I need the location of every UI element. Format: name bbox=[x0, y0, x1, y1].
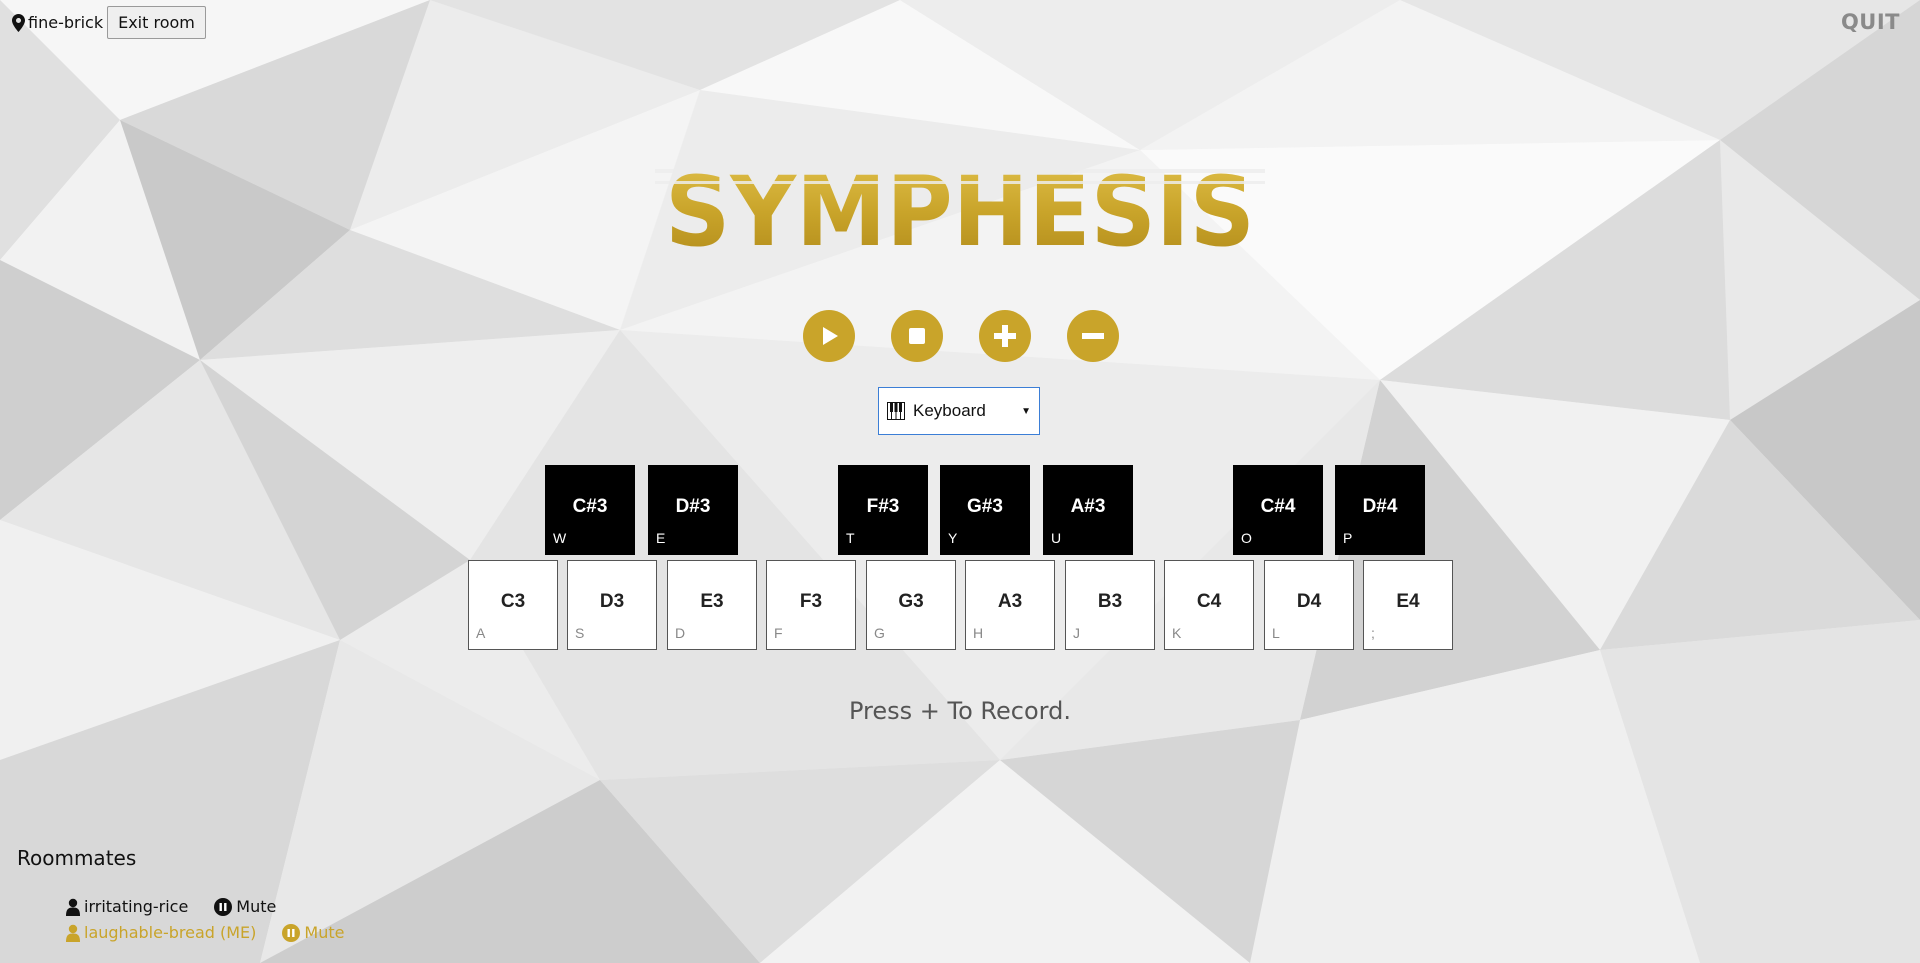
roommate-name: laughable-bread (ME) bbox=[84, 923, 257, 942]
instrument-select-value: Keyboard bbox=[913, 401, 986, 420]
piano-key-d4[interactable]: D4 L bbox=[1264, 560, 1354, 650]
roommates-title: Roommates bbox=[17, 846, 137, 870]
key-note: G3 bbox=[898, 591, 924, 612]
minus-icon bbox=[1082, 333, 1104, 339]
key-note: F#3 bbox=[866, 496, 900, 517]
key-note: C#4 bbox=[1260, 496, 1296, 517]
key-note: C#3 bbox=[572, 496, 608, 517]
plus-icon bbox=[994, 325, 1016, 347]
key-note: F3 bbox=[799, 591, 823, 612]
key-shortcut: E bbox=[656, 530, 666, 546]
piano-key-c3[interactable]: C3 A bbox=[468, 560, 558, 650]
key-shortcut: J bbox=[1073, 625, 1080, 641]
piano-key-d-sharp-4[interactable]: D#4 P bbox=[1335, 465, 1425, 555]
instrument-select[interactable]: Keyboard ▼ bbox=[878, 387, 1040, 435]
piano-key-c4[interactable]: C4 K bbox=[1164, 560, 1254, 650]
key-note: G#3 bbox=[967, 496, 1003, 517]
stop-icon bbox=[909, 328, 925, 344]
pause-icon bbox=[214, 897, 233, 916]
key-shortcut: P bbox=[1343, 530, 1353, 546]
piano-key-d-sharp-3[interactable]: D#3 E bbox=[648, 465, 738, 555]
pause-icon bbox=[282, 923, 301, 942]
piano-key-c-sharp-3[interactable]: C#3 W bbox=[545, 465, 635, 555]
key-shortcut: U bbox=[1051, 530, 1062, 546]
piano-key-a-sharp-3[interactable]: A#3 U bbox=[1043, 465, 1133, 555]
piano-key-e3[interactable]: E3 D bbox=[667, 560, 757, 650]
chevron-down-icon: ▼ bbox=[1021, 405, 1031, 417]
piano-keys-icon bbox=[887, 402, 905, 420]
key-note: E3 bbox=[700, 591, 724, 612]
symphesis-logo: SYMPHESIS bbox=[655, 156, 1265, 265]
piano-key-e4[interactable]: E4 ; bbox=[1363, 560, 1453, 650]
playback-controls bbox=[803, 310, 1119, 362]
key-shortcut: G bbox=[874, 625, 885, 641]
key-shortcut: S bbox=[575, 625, 585, 641]
key-note: D3 bbox=[599, 591, 625, 612]
mute-button[interactable]: Mute bbox=[214, 897, 276, 916]
piano-key-a3[interactable]: A3 H bbox=[965, 560, 1055, 650]
key-note: A3 bbox=[997, 591, 1023, 612]
piano-key-f-sharp-3[interactable]: F#3 T bbox=[838, 465, 928, 555]
key-shortcut: T bbox=[846, 530, 855, 546]
mute-button[interactable]: Mute bbox=[282, 923, 344, 942]
key-note: A#3 bbox=[1070, 496, 1106, 517]
key-note: C3 bbox=[500, 591, 526, 612]
key-shortcut: ; bbox=[1371, 625, 1375, 641]
key-shortcut: F bbox=[774, 625, 783, 641]
key-note: E4 bbox=[1396, 591, 1420, 612]
key-shortcut: K bbox=[1172, 625, 1182, 641]
play-button[interactable] bbox=[803, 310, 855, 362]
mute-label: Mute bbox=[236, 897, 277, 916]
record-hint: Press + To Record. bbox=[849, 697, 1071, 725]
key-shortcut: O bbox=[1241, 530, 1252, 546]
exit-room-button[interactable]: Exit room bbox=[107, 6, 206, 39]
room-name-label: fine-brick bbox=[28, 13, 104, 32]
key-shortcut: A bbox=[476, 625, 486, 641]
piano-key-b3[interactable]: B3 J bbox=[1065, 560, 1155, 650]
key-note: D4 bbox=[1296, 591, 1322, 612]
mute-label: Mute bbox=[304, 923, 345, 942]
room-name: fine-brick bbox=[12, 13, 103, 32]
map-pin-icon bbox=[12, 13, 25, 32]
piano-key-c-sharp-4[interactable]: C#4 O bbox=[1233, 465, 1323, 555]
piano-key-g3[interactable]: G3 G bbox=[866, 560, 956, 650]
key-shortcut: H bbox=[973, 625, 984, 641]
roommate-item-me: laughable-bread (ME) Mute bbox=[66, 923, 344, 942]
key-note: C4 bbox=[1196, 591, 1222, 612]
user-icon bbox=[66, 924, 80, 942]
key-note: D#3 bbox=[675, 496, 711, 517]
key-shortcut: Y bbox=[948, 530, 958, 546]
key-note: D#4 bbox=[1362, 496, 1398, 517]
play-icon bbox=[823, 327, 838, 345]
piano-key-f3[interactable]: F3 F bbox=[766, 560, 856, 650]
room-bar: fine-brick Exit room bbox=[12, 6, 206, 39]
remove-button[interactable] bbox=[1067, 310, 1119, 362]
add-button[interactable] bbox=[979, 310, 1031, 362]
piano-key-g-sharp-3[interactable]: G#3 Y bbox=[940, 465, 1030, 555]
user-icon bbox=[66, 898, 80, 916]
piano-key-d3[interactable]: D3 S bbox=[567, 560, 657, 650]
key-shortcut: L bbox=[1272, 625, 1280, 641]
key-shortcut: D bbox=[675, 625, 686, 641]
key-shortcut: W bbox=[553, 530, 567, 546]
roommate-name: irritating-rice bbox=[84, 897, 189, 916]
roommate-item: irritating-rice Mute bbox=[66, 897, 276, 916]
stop-button[interactable] bbox=[891, 310, 943, 362]
key-note: B3 bbox=[1097, 591, 1123, 612]
quit-link[interactable]: QUIT bbox=[1841, 10, 1900, 34]
